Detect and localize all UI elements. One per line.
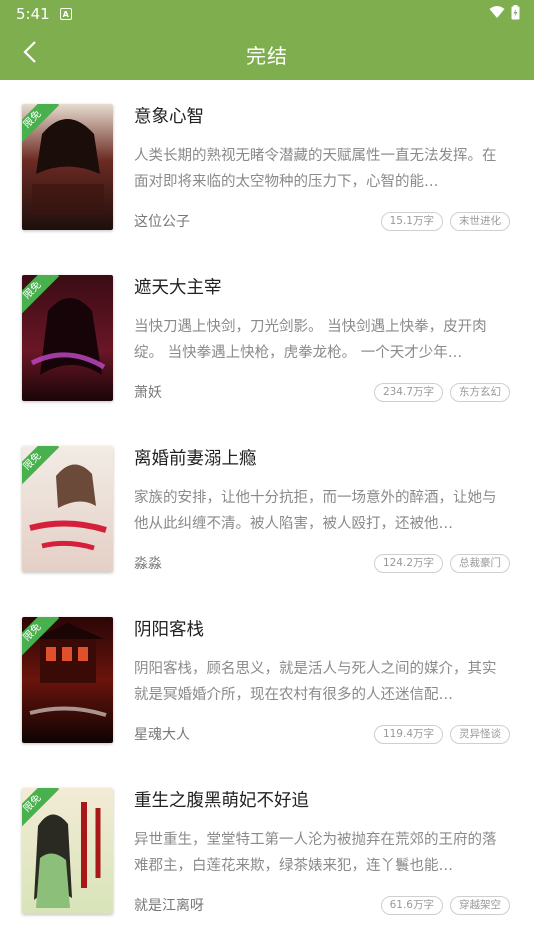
book-description: 异世重生，堂堂特工第一人沦为被抛弃在荒郊的王府的落难郡主，白莲花来欺，绿茶婊来犯… [134,832,497,874]
book-title: 遮天大主宰 [134,278,222,298]
genre-tag[interactable]: 东方玄幻 [450,382,510,402]
book-title: 离婚前妻溺上瘾 [134,449,257,469]
book-title: 阴阳客栈 [134,620,204,640]
genre-tag[interactable]: 末世进化 [450,211,510,231]
genre-tag[interactable]: 总裁豪门 [450,553,510,573]
word-count-tag: 61.6万字 [380,895,443,915]
status-time: 5:41 [16,5,50,23]
book-cover: 限免 [22,617,113,743]
genre-tag[interactable]: 穿越架空 [450,895,510,915]
book-list: 限免 意象心智 人类长期的熟视无睹令潜藏的天赋属性一直无法发挥。在面对即将来临的… [0,80,534,947]
book-item[interactable]: 限免 离婚前妻溺上瘾 家族的安排，让他十分抗拒，而一场意外的醉酒，让她与他从此纠… [0,434,534,605]
back-button[interactable] [14,38,46,70]
word-count-tag: 234.7万字 [373,382,443,402]
book-author: 萧妖 [134,385,162,401]
book-cover: 限免 [22,446,113,572]
book-item[interactable]: 限免 重生之腹黑萌妃不好追 异世重生，堂堂特工第一人沦为被抛弃在荒郊的王府的落难… [0,776,534,947]
book-cover: 限免 [22,104,113,230]
genre-tag[interactable]: 灵异怪谈 [450,724,510,744]
word-count-tag: 15.1万字 [380,211,443,231]
page-title: 完结 [246,43,288,68]
book-cover: 限免 [22,275,113,401]
wifi-icon [489,5,505,23]
book-description: 人类长期的熟视无睹令潜藏的天赋属性一直无法发挥。在面对即将来临的太空物种的压力下… [134,148,497,190]
book-item[interactable]: 限免 阴阳客栈 阴阳客栈，顾名思义，就是活人与死人之间的媒介，其实就是冥婚婚介所… [0,605,534,776]
book-item[interactable]: 限免 意象心智 人类长期的熟视无睹令潜藏的天赋属性一直无法发挥。在面对即将来临的… [0,92,534,263]
book-description: 家族的安排，让他十分抗拒，而一场意外的醉酒，让她与他从此纠缠不清。被人陷害，被人… [134,490,497,532]
book-description: 阴阳客栈，顾名思义，就是活人与死人之间的媒介，其实就是冥婚婚介所，现在农村有很多… [134,661,497,703]
chevron-left-icon [23,41,37,67]
book-title: 重生之腹黑萌妃不好追 [134,791,309,811]
notification-icon: A [59,8,72,20]
app-bar: 完结 [0,28,534,80]
book-author: 就是江离呀 [134,898,204,914]
word-count-tag: 124.2万字 [373,553,443,573]
book-cover: 限免 [22,788,113,914]
book-item[interactable]: 限免 遮天大主宰 当快刀遇上快剑，刀光剑影。 当快剑遇上快拳，皮开肉绽。 当快拳… [0,263,534,434]
book-description: 当快刀遇上快剑，刀光剑影。 当快剑遇上快拳，皮开肉绽。 当快拳遇上快枪，虎拳龙枪… [134,319,487,361]
book-title: 意象心智 [134,107,204,127]
word-count-tag: 119.4万字 [373,724,443,744]
battery-icon [511,4,520,24]
book-author: 星魂大人 [134,727,190,743]
book-author: 淼淼 [134,556,162,572]
book-author: 这位公子 [134,214,190,230]
status-bar: 5:41 A [0,0,534,28]
